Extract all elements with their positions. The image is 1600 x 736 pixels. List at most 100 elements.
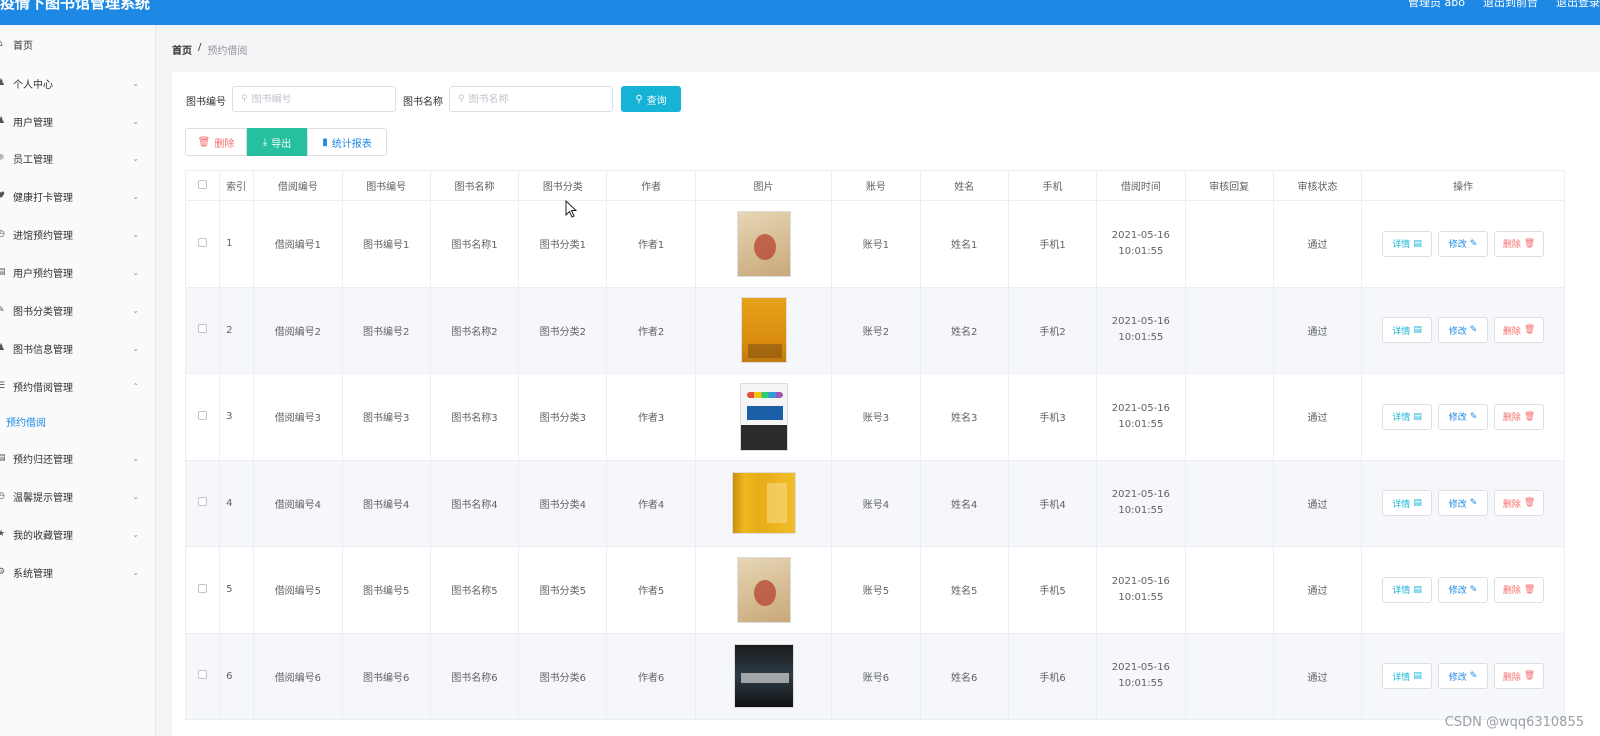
edit-button[interactable]: 修改 ✎ xyxy=(1438,230,1489,257)
row-checkbox[interactable] xyxy=(198,237,208,247)
sidebar-item-3[interactable]: ⚛ 员工管理 ⌄ xyxy=(0,148,155,168)
export-label: 导出 xyxy=(271,138,292,150)
sidebar-item-2[interactable]: ♟ 用户管理 ⌄ xyxy=(0,111,155,131)
row-checkbox[interactable] xyxy=(198,324,208,334)
row-checkbox[interactable] xyxy=(198,583,208,593)
query-button[interactable]: ⚲ 查询 xyxy=(621,86,681,112)
chevron-down-icon: ⌄ xyxy=(132,153,139,163)
pencil-icon: ✎ xyxy=(1469,238,1478,249)
search-icon: ⚲ xyxy=(458,94,465,104)
delete-button[interactable]: 删除 🗑 xyxy=(1494,403,1545,430)
sidebar-item-label: 健康打卡管理 xyxy=(13,192,73,204)
edit-button[interactable]: 修改 ✎ xyxy=(1438,403,1489,430)
cell-name: 姓名4 xyxy=(919,459,1009,547)
star-icon: ★ xyxy=(0,529,6,539)
detail-button[interactable]: 详情 ▤ xyxy=(1382,317,1433,344)
sidebar-item-10[interactable]: ▤ 预约归还管理 ⌄ xyxy=(0,448,155,468)
book-cover-cell xyxy=(694,373,833,461)
download-icon: ⤓ xyxy=(262,136,268,148)
sidebar-item-label: 预约借阅管理 xyxy=(13,382,73,394)
breadcrumb-home[interactable]: 首页 xyxy=(172,42,192,57)
detail-label: 详情 xyxy=(1392,240,1411,251)
cell-category: 图书分类1 xyxy=(518,200,608,288)
sidebar-item-1[interactable]: ♟ 个人中心 ⌄ xyxy=(0,73,155,93)
sidebar-item-12[interactable]: ★ 我的收藏管理 ⌄ xyxy=(0,524,155,544)
back-front-link[interactable]: 退出到前台 xyxy=(1483,0,1538,10)
sidebar-item-4[interactable]: ♥ 健康打卡管理 ⌄ xyxy=(0,186,155,206)
sidebar-item-13[interactable]: ⚙ 系统管理 ⌄ xyxy=(0,562,155,582)
detail-button[interactable]: 详情 ▤ xyxy=(1382,403,1433,430)
sidebar-item-6[interactable]: ▤ 用户预约管理 ⌄ xyxy=(0,262,155,282)
sidebar-item-label: 我的收藏管理 xyxy=(13,530,73,542)
cell-index: 4 xyxy=(219,459,255,547)
row-checkbox[interactable] xyxy=(198,410,208,420)
delete-button[interactable]: 删除 🗑 xyxy=(1494,663,1545,690)
row-checkbox-cell[interactable] xyxy=(184,632,221,720)
select-all-checkbox[interactable] xyxy=(198,179,208,189)
row-checkbox-cell[interactable] xyxy=(184,200,221,288)
book-no-input[interactable] xyxy=(251,93,382,105)
row-checkbox-cell[interactable] xyxy=(184,546,221,634)
return-icon: ▤ xyxy=(0,453,6,463)
detail-button[interactable]: 详情 ▤ xyxy=(1382,230,1433,257)
sidebar-item-8[interactable]: ♟ 图书信息管理 ⌄ xyxy=(0,338,155,358)
logout-link[interactable]: 退出登录 xyxy=(1556,0,1600,10)
row-checkbox-cell[interactable] xyxy=(184,459,221,547)
cell-reply xyxy=(1184,286,1274,374)
sidebar-item-11[interactable]: ◷ 温馨提示管理 ⌄ xyxy=(0,486,155,506)
detail-button[interactable]: 详情 ▤ xyxy=(1382,663,1433,690)
detail-button[interactable]: 详情 ▤ xyxy=(1382,576,1433,603)
chevron-up-icon: ⌃ xyxy=(132,381,139,391)
book-cover-image xyxy=(736,210,791,277)
edit-button[interactable]: 修改 ✎ xyxy=(1438,317,1489,344)
sidebar-item-7[interactable]: ✎ 图书分类管理 ⌄ xyxy=(0,300,155,320)
column-header: 姓名 xyxy=(919,170,1009,201)
cell-name: 姓名2 xyxy=(919,286,1009,374)
sidebar-item-label: 首页 xyxy=(13,40,33,52)
cell-borrow-no: 借阅编号1 xyxy=(253,200,343,288)
cell-book-no: 图书编号6 xyxy=(341,632,431,720)
book-name-field[interactable]: ⚲ xyxy=(449,86,613,112)
row-checkbox[interactable] xyxy=(198,670,208,680)
edit-label: 修改 xyxy=(1448,413,1467,424)
edit-label: 修改 xyxy=(1448,586,1467,597)
category-icon: ✎ xyxy=(0,305,5,315)
cell-author: 作者1 xyxy=(606,200,696,288)
book-cover-image xyxy=(740,297,787,364)
edit-label: 修改 xyxy=(1448,326,1467,337)
admin-label: 管理员 abo xyxy=(1408,0,1465,9)
search-icon: ⚲ xyxy=(241,94,248,104)
cell-status: 通过 xyxy=(1272,286,1363,374)
book-cover-image xyxy=(733,644,794,709)
table-row: 1 借阅编号1 图书编号1 图书名称1 图书分类1 作者1 账号1 姓名1 手机1 2021-05… xyxy=(184,200,1565,288)
sidebar-item-5[interactable]: ◷ 进馆预约管理 ⌄ xyxy=(0,224,155,244)
cell-phone: 手机1 xyxy=(1007,200,1098,288)
sidebar-subitem-borrow[interactable]: 预约借阅 xyxy=(0,411,155,431)
delete-button[interactable]: 删除 🗑 xyxy=(1494,230,1545,257)
book-name-input[interactable] xyxy=(468,93,599,105)
delete-button[interactable]: 删除 🗑 xyxy=(1494,576,1545,603)
edit-button[interactable]: 修改 ✎ xyxy=(1438,663,1489,690)
report-button[interactable]: ▮ 统计报表 xyxy=(307,128,387,156)
delete-button[interactable]: 删除 🗑 xyxy=(1494,317,1545,344)
select-all-checkbox-cell[interactable] xyxy=(184,170,221,201)
edit-button[interactable]: 修改 ✎ xyxy=(1438,490,1489,517)
column-header: 借阅时间 xyxy=(1096,170,1186,201)
cell-status: 通过 xyxy=(1272,200,1363,288)
cell-book-name: 图书名称6 xyxy=(429,632,520,720)
delete-button[interactable]: 删除 🗑 xyxy=(1494,490,1545,517)
batch-delete-button[interactable]: 🗑 删除 xyxy=(185,128,247,156)
row-checkbox-cell[interactable] xyxy=(184,286,221,374)
export-button[interactable]: ⤓ 导出 xyxy=(247,128,307,156)
row-checkbox[interactable] xyxy=(198,497,208,507)
sidebar-item-0[interactable]: ⌂ 首页 xyxy=(0,34,155,54)
edit-button[interactable]: 修改 ✎ xyxy=(1438,576,1489,603)
cell-reply xyxy=(1184,200,1274,288)
book-no-field[interactable]: ⚲ xyxy=(232,86,396,112)
sidebar-item-9[interactable]: ☰ 预约借阅管理 ⌃ xyxy=(0,376,155,396)
detail-button[interactable]: 详情 ▤ xyxy=(1382,490,1433,517)
row-checkbox-cell[interactable] xyxy=(184,373,221,461)
table-row: 2 借阅编号2 图书编号2 图书名称2 图书分类2 作者2 账号2 姓名2 手机2 2021-05… xyxy=(184,286,1565,374)
breadcrumb-current: 预约借阅 xyxy=(207,46,248,57)
column-header: 借阅编号 xyxy=(253,170,343,201)
